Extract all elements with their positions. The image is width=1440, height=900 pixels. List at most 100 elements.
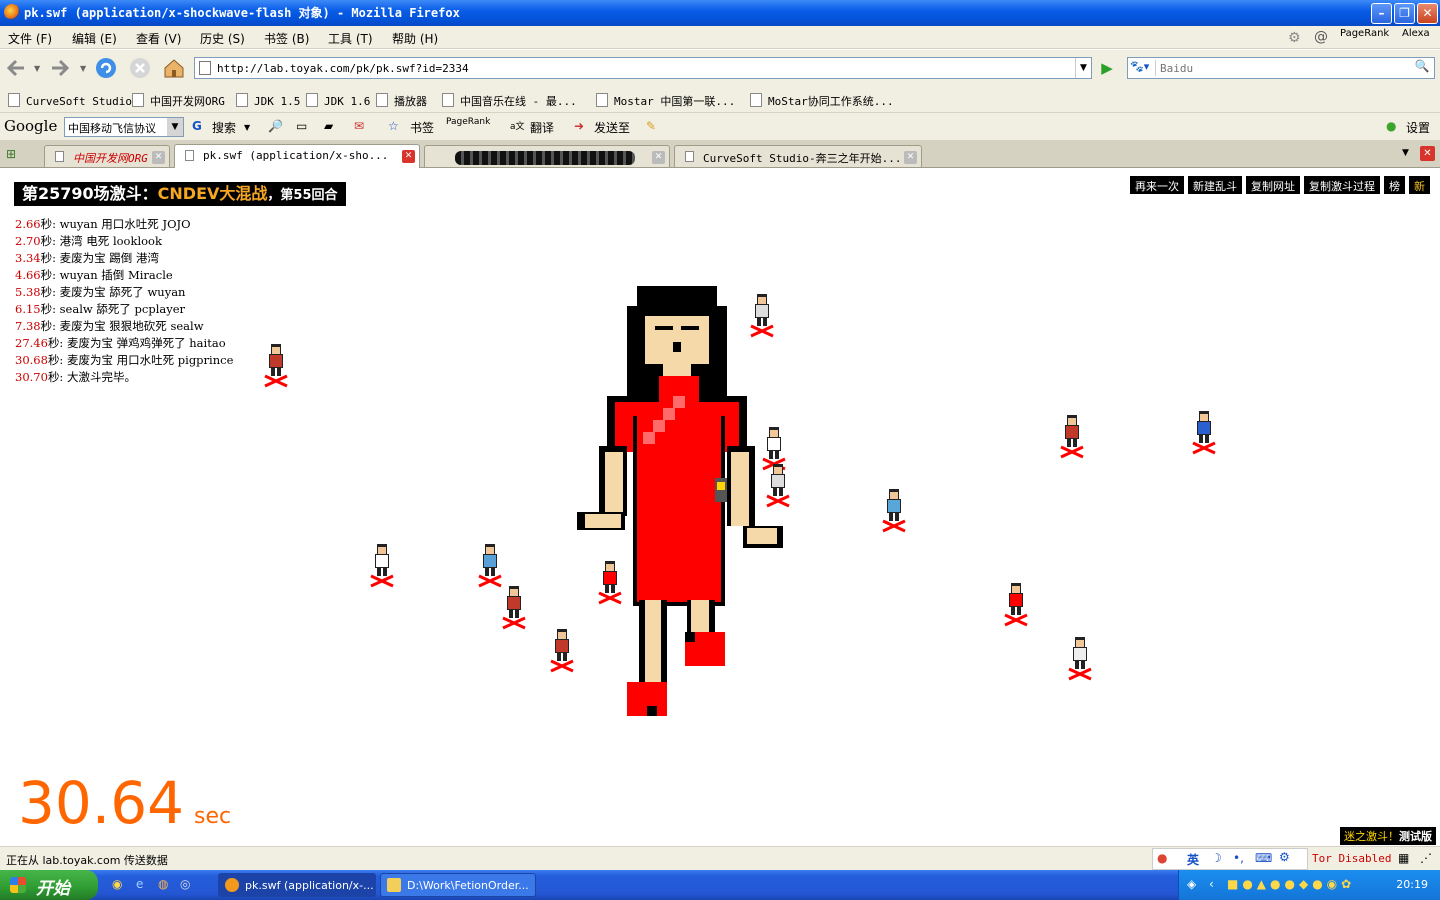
- bookmark-item[interactable]: 中国开发网ORG: [132, 93, 225, 109]
- url-input[interactable]: [217, 60, 1067, 76]
- bookmark-item[interactable]: JDK 1.5: [236, 93, 300, 108]
- game-badge[interactable]: 迷之激斗！测试版: [1340, 827, 1436, 845]
- news-icon[interactable]: ▭: [296, 119, 307, 133]
- back-dropdown-icon[interactable]: ▼: [34, 64, 40, 73]
- close-icon[interactable]: ✕: [652, 151, 665, 164]
- menu-edit[interactable]: 编辑 (E): [72, 30, 117, 47]
- google-g-icon[interactable]: G: [192, 119, 202, 133]
- star-icon[interactable]: ☆: [388, 119, 399, 133]
- google-search-button[interactable]: 搜索: [212, 119, 236, 136]
- firefox-quicklaunch-icon[interactable]: ◍: [158, 877, 168, 891]
- bookmark-item[interactable]: 中国音乐在线 - 最...: [442, 93, 577, 109]
- tray-expand-icon[interactable]: ‹: [1209, 877, 1214, 891]
- menu-bookmarks[interactable]: 书签 (B): [264, 30, 309, 47]
- tray-icons[interactable]: ■●▲●●◆●◉✿: [1227, 877, 1355, 891]
- ranking-button[interactable]: 榜: [1384, 176, 1405, 194]
- bookmark-item[interactable]: 播放器: [376, 93, 427, 109]
- send-icon[interactable]: ➜: [574, 119, 584, 133]
- pencil-icon[interactable]: ✎: [646, 119, 656, 133]
- fighter-sprite: [370, 544, 394, 588]
- eraser-icon[interactable]: ▰: [324, 119, 333, 133]
- forward-icon[interactable]: [48, 56, 72, 80]
- translate-icon[interactable]: a文: [510, 119, 525, 132]
- close-icon[interactable]: ✕: [904, 151, 917, 164]
- url-bar[interactable]: ▼: [194, 57, 1092, 79]
- restore-button[interactable]: ❐: [1394, 3, 1415, 24]
- new-battle-button[interactable]: 新建乱斗: [1188, 176, 1242, 194]
- gear-icon[interactable]: ⚙: [1288, 30, 1301, 46]
- back-icon[interactable]: [4, 56, 28, 80]
- tray-icon[interactable]: ◈: [1187, 877, 1196, 891]
- magnifier-icon[interactable]: 🔎: [268, 119, 283, 133]
- tor-status[interactable]: Tor Disabled: [1312, 852, 1391, 865]
- close-tab-icon[interactable]: ✕: [1420, 146, 1435, 161]
- addon-icon[interactable]: ▦: [1398, 851, 1409, 865]
- ime-logo-icon[interactable]: ●: [1157, 851, 1167, 865]
- close-button[interactable]: ✕: [1417, 3, 1438, 24]
- tab-list-icon[interactable]: ▼: [1402, 148, 1409, 158]
- chevron-down-icon[interactable]: ▼: [167, 118, 183, 136]
- quicklaunch-icon[interactable]: ◉: [112, 877, 122, 891]
- fighter-sprite: [1004, 583, 1028, 627]
- tab-redacted[interactable]: ✕: [424, 145, 670, 167]
- pagerank-label[interactable]: PageRank: [1340, 28, 1389, 39]
- url-dropdown-icon[interactable]: ▼: [1075, 58, 1091, 78]
- go-icon[interactable]: ▶: [1096, 58, 1118, 78]
- search-input[interactable]: [1160, 60, 1408, 76]
- keyboard-icon[interactable]: ⌨: [1255, 851, 1272, 865]
- new-button[interactable]: 新: [1409, 176, 1430, 194]
- menu-tools[interactable]: 工具 (T): [328, 30, 373, 47]
- ime-mode[interactable]: 英: [1187, 851, 1199, 868]
- task-firefox[interactable]: pk.swf (application/x-...: [218, 873, 376, 897]
- google-bookmarks-button[interactable]: 书签: [410, 119, 434, 136]
- search-engine-icon[interactable]: 🐾▾: [1130, 60, 1156, 76]
- bookmark-item[interactable]: CurveSoft Studio: [8, 93, 132, 108]
- gear-icon[interactable]: ⚙: [1279, 850, 1290, 864]
- menu-view[interactable]: 查看 (V): [136, 30, 181, 47]
- alexa-label[interactable]: Alexa: [1402, 28, 1430, 39]
- pagerank-indicator[interactable]: PageRank: [446, 117, 490, 127]
- bookmark-item[interactable]: Mostar 中国第一联...: [596, 93, 735, 109]
- moon-icon[interactable]: ☽: [1211, 851, 1222, 865]
- search-icon[interactable]: 🔍: [1412, 59, 1432, 77]
- chevron-down-icon[interactable]: ▼: [244, 123, 250, 132]
- menu-help[interactable]: 帮助 (H): [392, 30, 438, 47]
- tab-devorg[interactable]: 中国开发网ORG ✕: [44, 145, 170, 167]
- reload-icon[interactable]: [94, 56, 118, 80]
- quicklaunch-icon[interactable]: ◎: [180, 877, 190, 891]
- log-time: 2.70: [15, 234, 41, 248]
- resize-grip-icon[interactable]: ⋰: [1420, 851, 1432, 865]
- close-icon[interactable]: ✕: [152, 151, 165, 164]
- sendto-button[interactable]: 发送至: [594, 119, 630, 136]
- close-icon[interactable]: ✕: [402, 150, 415, 163]
- at-icon[interactable]: @: [1314, 29, 1328, 45]
- search-box[interactable]: 🐾▾ 🔍: [1127, 57, 1435, 79]
- copy-url-button[interactable]: 复制网址: [1246, 176, 1300, 194]
- copy-process-button[interactable]: 复制激斗过程: [1304, 176, 1380, 194]
- page-icon: [199, 61, 211, 75]
- tab-pk-swf[interactable]: pk.swf (application/x-sho... ✕: [174, 144, 420, 168]
- log-time: 30.68: [15, 353, 48, 367]
- start-button[interactable]: 开始: [0, 870, 98, 900]
- settings-button[interactable]: 设置: [1406, 119, 1430, 136]
- bookmark-item[interactable]: MoStar协同工作系统...: [750, 93, 894, 109]
- menu-history[interactable]: 历史 (S): [200, 30, 245, 47]
- google-search-field[interactable]: 中国移动飞信协议 ▼: [64, 117, 184, 137]
- forward-dropdown-icon[interactable]: ▼: [80, 64, 86, 73]
- flash-content[interactable]: 第25790场激斗：CNDEV大混战，第55回合 再来一次 新建乱斗 复制网址 …: [0, 169, 1440, 846]
- tab-curvesoft[interactable]: CurveSoft Studio-奔三之年开始... ✕: [674, 145, 922, 167]
- task-explorer[interactable]: D:\Work\FetionOrder...: [380, 873, 536, 897]
- punct-icon[interactable]: •,: [1233, 851, 1244, 865]
- fighter-sprite: [1068, 637, 1092, 681]
- ie-icon[interactable]: e: [136, 877, 143, 891]
- home-icon[interactable]: [162, 56, 186, 80]
- stop-icon[interactable]: [128, 56, 152, 80]
- menu-file[interactable]: 文件 (F): [8, 30, 52, 47]
- bookmark-item[interactable]: JDK 1.6: [306, 93, 370, 108]
- mail-icon[interactable]: ✉: [354, 119, 364, 133]
- retry-button[interactable]: 再来一次: [1130, 176, 1184, 194]
- translate-button[interactable]: 翻译: [530, 119, 554, 136]
- minimize-button[interactable]: –: [1371, 3, 1392, 24]
- task-label: pk.swf (application/x-...: [245, 879, 374, 892]
- new-tab-icon[interactable]: ⊞: [6, 147, 16, 161]
